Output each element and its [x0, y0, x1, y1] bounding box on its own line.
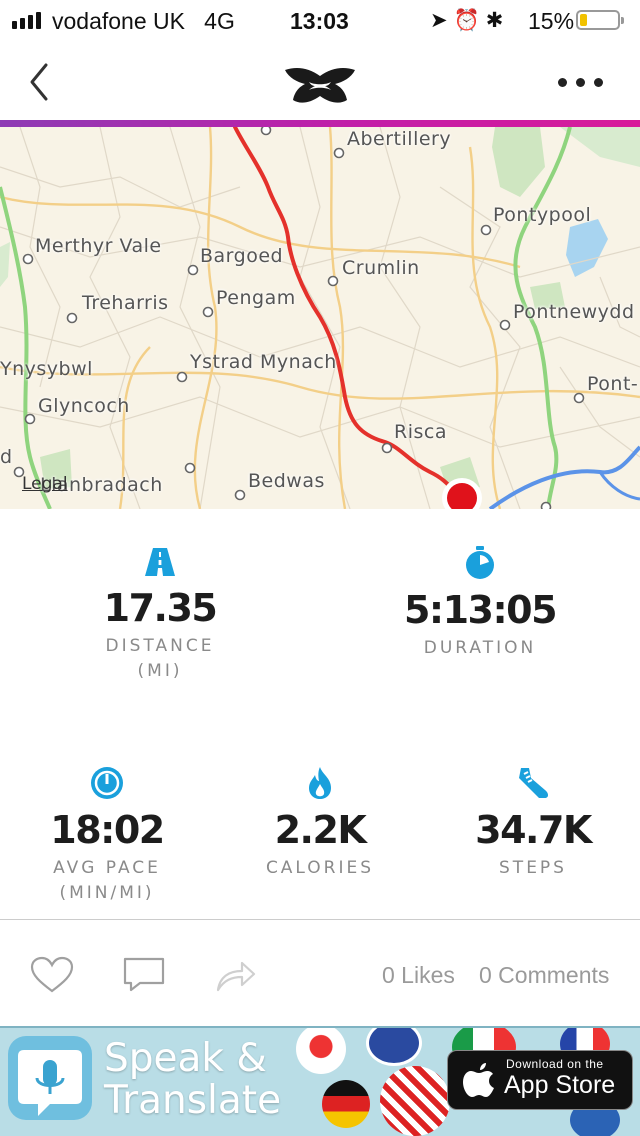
flag-uk — [366, 1028, 422, 1066]
comment-button[interactable] — [122, 956, 166, 999]
stat-pace: 18:02 AVG PACE (MIN/MI) — [7, 766, 207, 906]
ad-title: Translate — [104, 1078, 282, 1123]
stopwatch-icon — [466, 546, 494, 579]
road-icon — [145, 548, 175, 576]
heart-icon — [30, 956, 74, 993]
map-label: Glyncoch — [38, 395, 130, 417]
map-label: Ynysybwl — [0, 358, 93, 380]
distance-value: 17.35 — [103, 586, 218, 630]
flame-icon — [309, 767, 331, 799]
distance-unit: (MI) — [137, 661, 183, 681]
app-icon — [8, 1036, 92, 1120]
clock: 13:03 — [290, 8, 349, 34]
badge-small-text: Download on the — [506, 1057, 604, 1071]
carrier-name: vodafone UK 4G — [52, 8, 235, 34]
signal-icon — [12, 12, 41, 29]
map-label: Merthyr Vale — [35, 235, 162, 257]
map-label: d — [0, 446, 13, 468]
calories-value: 2.2K — [274, 808, 367, 852]
map-label: Pont- — [587, 373, 639, 395]
status-icons: ➤⏰✱ — [430, 9, 510, 32]
map-label: Treharris — [82, 292, 169, 314]
map-label: Ystrad Mynach — [190, 351, 337, 373]
status-bar: vodafone UK 4G 13:03 ➤⏰✱ 15% — [0, 0, 640, 40]
distance-label: DISTANCE — [105, 636, 215, 656]
accent-bar — [0, 120, 640, 127]
back-button[interactable] — [20, 62, 60, 102]
map-label: Abertillery — [347, 128, 452, 150]
map-label: Bargoed — [200, 245, 284, 267]
comment-icon — [123, 957, 165, 992]
stat-distance: 17.35 DISTANCE (MI) — [60, 546, 260, 684]
stat-steps: 34.7K STEPS — [433, 766, 633, 881]
under-armour-logo — [285, 68, 355, 103]
speedometer-icon — [91, 767, 123, 799]
pace-unit: (MIN/MI) — [59, 883, 155, 903]
stat-duration: 5:13:05 DURATION — [380, 546, 580, 661]
flag-germany — [322, 1080, 370, 1128]
share-icon — [216, 961, 256, 992]
more-button[interactable] — [558, 68, 610, 96]
shoe-icon — [519, 768, 548, 798]
legal-link[interactable]: Legal — [22, 474, 68, 494]
pace-value: 18:02 — [50, 808, 165, 852]
route-line — [233, 127, 464, 501]
ad-title: Speak & — [104, 1036, 267, 1081]
map-label: Bedwas — [248, 470, 325, 492]
action-bar: 0 Likes 0 Comments — [0, 920, 640, 1026]
map-label: Crumlin — [342, 257, 420, 279]
map-label: Pontypool — [493, 204, 592, 226]
nav-bar — [0, 40, 640, 120]
duration-value: 5:13:05 — [403, 588, 558, 632]
flag-japan — [296, 1028, 346, 1074]
more-dots-icon — [558, 77, 567, 87]
share-button[interactable] — [214, 956, 258, 999]
apple-icon — [463, 1063, 494, 1097]
app-store-badge[interactable]: Download on the App Store — [447, 1050, 633, 1110]
steps-value: 34.7K — [475, 808, 592, 852]
calories-label: CALORIES — [265, 858, 375, 878]
steps-label: STEPS — [499, 858, 567, 878]
map-label: Risca — [394, 421, 447, 443]
map-label: Pengam — [216, 287, 296, 309]
duration-label: DURATION — [423, 638, 537, 658]
battery-icon — [576, 10, 624, 30]
pace-label: AVG PACE — [53, 858, 161, 878]
stat-calories: 2.2K CALORIES — [220, 766, 420, 881]
likes-count[interactable]: 0 Likes — [382, 962, 455, 989]
map-label: Pontnewydd — [513, 301, 635, 323]
comments-count[interactable]: 0 Comments — [479, 962, 609, 989]
ad-banner[interactable]: Speak & Translate Download on the App St… — [0, 1026, 640, 1136]
battery-percent: 15% — [528, 8, 575, 34]
microphone-icon — [18, 1050, 82, 1116]
route-map[interactable]: Abertillery Pontypool Merthyr Vale Bargo… — [0, 127, 640, 509]
flag-usa — [380, 1066, 450, 1136]
like-button[interactable] — [30, 956, 74, 999]
chevron-left-icon — [30, 63, 48, 101]
badge-big-text: App Store — [504, 1071, 616, 1099]
